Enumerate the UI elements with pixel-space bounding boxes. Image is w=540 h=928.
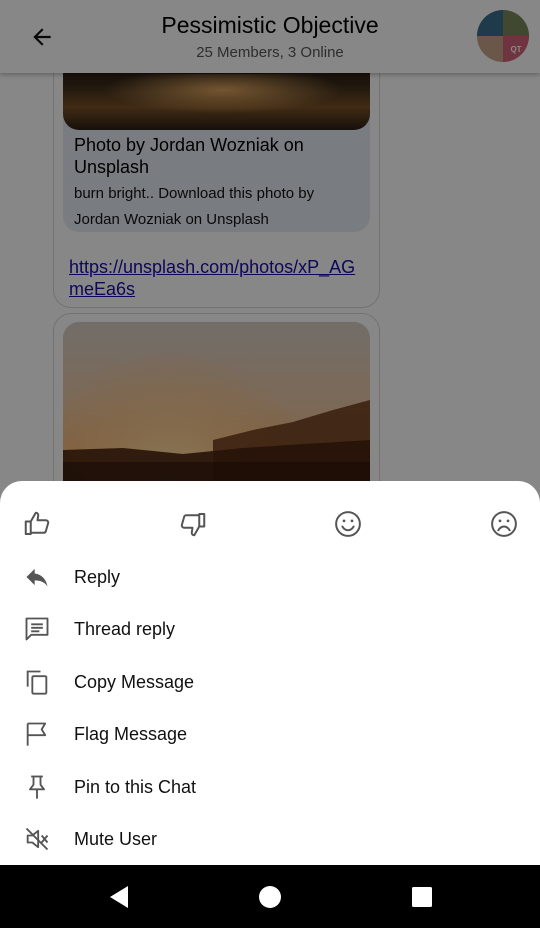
action-label: Flag Message <box>74 723 188 744</box>
action-label: Mute User <box>74 828 158 849</box>
action-label: Reply <box>74 566 121 587</box>
circle-home-icon <box>259 886 281 908</box>
copy-icon <box>20 665 54 699</box>
reply-icon <box>20 560 54 594</box>
reaction-smile[interactable] <box>331 507 365 541</box>
action-copy-message[interactable]: Copy Message <box>0 656 540 708</box>
action-thread-reply[interactable]: Thread reply <box>0 603 540 655</box>
action-reply[interactable]: Reply <box>0 551 540 603</box>
reaction-thumbs-up[interactable] <box>20 507 54 541</box>
action-label: Pin to this Chat <box>74 776 197 797</box>
triangle-back-icon <box>110 886 128 908</box>
thumbs-down-icon <box>180 513 206 537</box>
pin-icon <box>20 770 54 804</box>
sad-icon <box>491 511 517 537</box>
nav-back-button[interactable] <box>102 881 134 913</box>
flag-icon <box>20 717 54 751</box>
system-nav-bar <box>0 865 540 928</box>
mute-icon <box>20 822 54 856</box>
action-pin-to-chat[interactable]: Pin to this Chat <box>0 761 540 813</box>
square-recents-icon <box>412 887 432 907</box>
nav-home-button[interactable] <box>254 881 286 913</box>
action-mute-user[interactable]: Mute User <box>0 813 540 865</box>
action-label: Thread reply <box>74 618 176 639</box>
reaction-thumbs-down[interactable] <box>176 507 210 541</box>
action-flag-message[interactable]: Flag Message <box>0 708 540 760</box>
smile-icon <box>335 511 361 537</box>
thread-icon <box>20 612 54 646</box>
nav-recents-button[interactable] <box>406 881 438 913</box>
message-actions-sheet: Reply Thread reply Copy Message Flag Mes… <box>0 481 540 865</box>
thumbs-up-icon <box>24 511 50 535</box>
reaction-sad[interactable] <box>487 507 521 541</box>
action-label: Copy Message <box>74 671 195 692</box>
